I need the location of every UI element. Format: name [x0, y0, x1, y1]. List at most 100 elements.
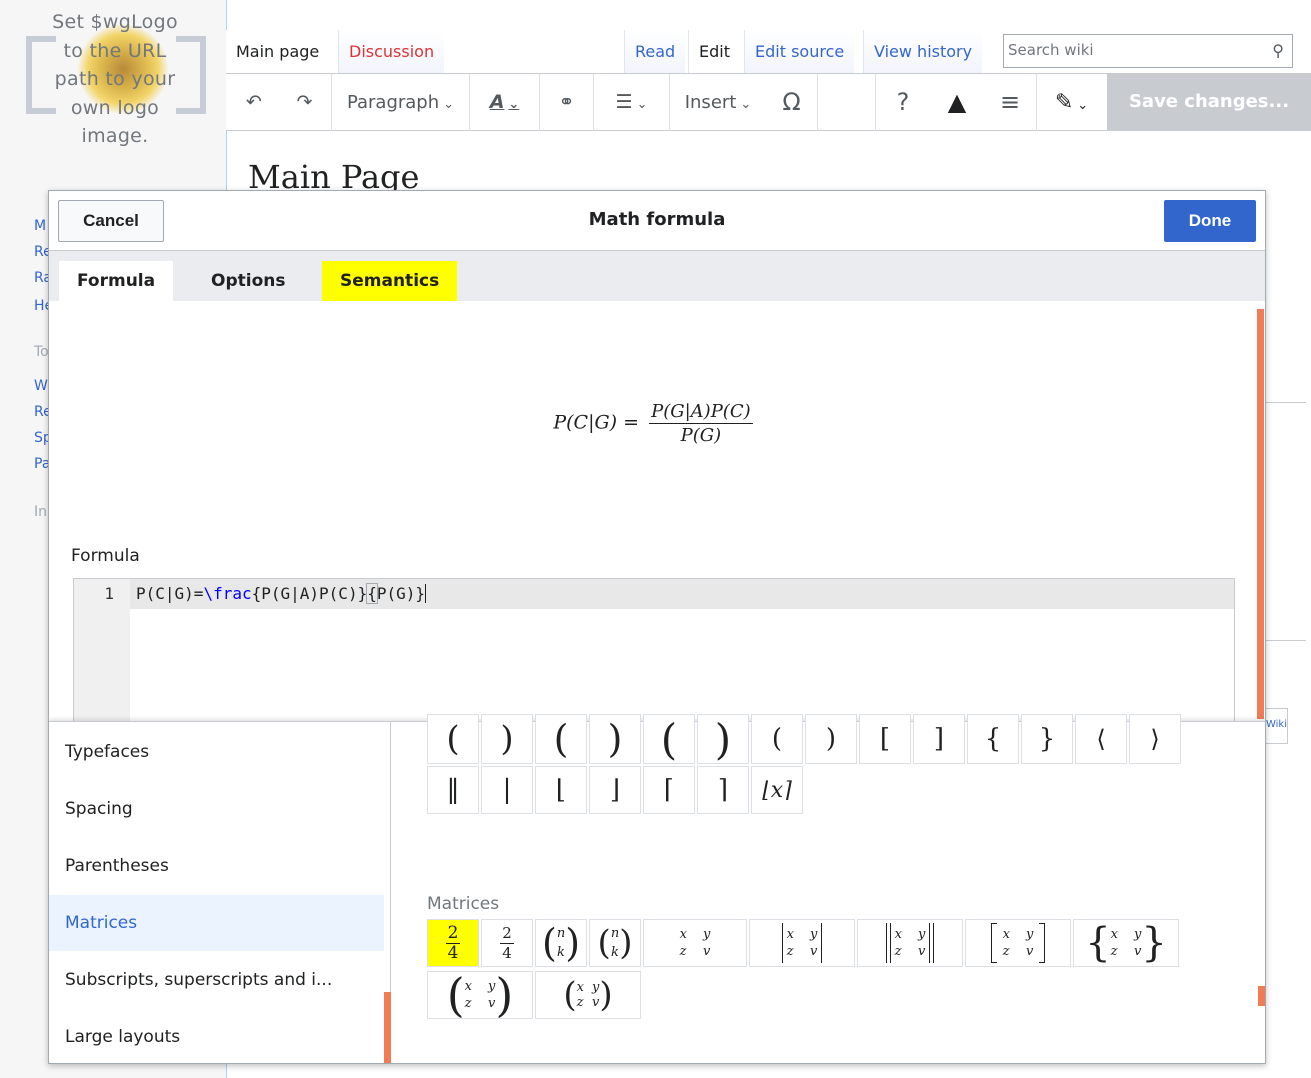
redo-icon[interactable]: ↷ [278, 74, 332, 131]
list-icon[interactable]: ☰ ⌄ [594, 74, 670, 131]
symbol-angle-open[interactable]: ⟨ [1075, 714, 1127, 764]
symbol-floor-ceil-x[interactable]: ⌊x⌉ [751, 766, 803, 814]
symbol-bigg-paren-close[interactable]: ) [697, 714, 749, 764]
tab-edit-source[interactable]: Edit source [744, 30, 855, 74]
palette-menu-large-layouts[interactable]: Large layouts [49, 1009, 384, 1063]
symbol-text-binomial[interactable]: (n k) [589, 919, 641, 967]
symbol-vmatrix[interactable]: xyzv [749, 919, 855, 967]
symbol-angle-close[interactable]: ⟩ [1129, 714, 1181, 764]
symbol-big-paren-open[interactable]: ( [535, 714, 587, 764]
tab-main-page[interactable]: Main page [226, 30, 330, 74]
dialog-title: Math formula [588, 209, 726, 230]
tab-view-history[interactable]: View history [863, 30, 983, 74]
insert-label: Insert [684, 92, 737, 113]
insert-dropdown[interactable]: Insert ⌄ [670, 74, 766, 131]
formula-code-editor[interactable]: 1 P(C|G)=\frac{P(G|A)P(C)}{P(G)} [73, 578, 1235, 723]
save-changes-button[interactable]: Save changes... [1107, 74, 1311, 130]
palette-menu-matrices[interactable]: Matrices [49, 895, 384, 951]
logo-placeholder-text: Set $wgLogo to the URL path to your own … [52, 11, 178, 147]
code-keyword: \frac [203, 584, 252, 603]
tab-edit[interactable]: Edit [688, 30, 740, 74]
formula-preview: P(C|G) = P(G|A)P(C) P(G) [49, 401, 1257, 446]
tab-semantics[interactable]: Semantics [322, 261, 458, 301]
symbol-binomial[interactable]: (n k) [535, 919, 587, 967]
symbol-brace-open[interactable]: { [967, 714, 1019, 764]
paragraph-dropdown[interactable]: Paragraph ⌄ [332, 74, 470, 131]
symbol-ceil-left[interactable]: ⌈ [643, 766, 695, 814]
dialog-header: Cancel Math formula Done [49, 191, 1265, 251]
symbol-bracket-matrix[interactable]: xyzv [965, 919, 1071, 967]
chevron-down-icon: ⌄ [740, 97, 752, 112]
sidebar-heading: To [34, 344, 49, 360]
palette-menu: Typefaces Spacing Parentheses Matrices S… [49, 722, 391, 1063]
warning-icon[interactable]: ▲ [930, 74, 984, 131]
formula-fraction: P(G|A)P(C) P(G) [649, 401, 753, 446]
symbol-paren-open[interactable]: ( [427, 714, 479, 764]
line-number: 1 [104, 584, 114, 603]
dialog-tabs: Formula Options Semantics [49, 251, 1265, 301]
text-style-icon[interactable]: A ⌄ [470, 74, 540, 131]
undo-icon[interactable]: ↶ [234, 74, 274, 131]
formula-denominator: P(G) [680, 425, 722, 446]
sidebar-link[interactable]: M [34, 218, 46, 234]
code-text[interactable]: P(C|G)=\frac{P(G|A)P(C)}{P(G)} [136, 583, 427, 604]
matrices-section-label: Matrices [427, 894, 500, 914]
symbol-paren-matrix[interactable]: (x y z v) [427, 971, 533, 1019]
divider [1262, 640, 1306, 641]
edit-mode-icon[interactable]: ✎ ⌄ [1036, 74, 1106, 131]
symbol-text-fraction[interactable]: 24 [481, 919, 533, 967]
chevron-down-icon: ⌄ [636, 97, 648, 112]
chevron-down-icon: ⌄ [443, 97, 455, 112]
symbol-small-paren-matrix[interactable]: (x y z v) [535, 971, 641, 1019]
palette-grid-scrollbar[interactable] [1258, 986, 1265, 1006]
symbol-floor-right[interactable]: ⌋ [589, 766, 641, 814]
dialog-scrollbar[interactable] [1257, 309, 1264, 719]
palette-menu-parentheses[interactable]: Parentheses [49, 838, 384, 894]
symbol-big-paren-close[interactable]: ) [589, 714, 641, 764]
symbol-fraction[interactable]: 24 [427, 919, 479, 967]
symbol-floor-left[interactable]: ⌊ [535, 766, 587, 814]
formula-field-label: Formula [71, 546, 140, 566]
symbol-paren-close-small[interactable]: ) [805, 714, 857, 764]
symbol-double-vmatrix[interactable]: xyzv [857, 919, 963, 967]
search-input[interactable]: Search wiki ⚲ [1003, 34, 1293, 68]
palette-menu-scrollbar[interactable] [384, 992, 391, 1063]
sidebar-link[interactable]: W [34, 378, 48, 394]
symbol-double-bar[interactable]: ‖ [427, 766, 479, 814]
tab-formula[interactable]: Formula [59, 261, 174, 301]
symbol-brace-close[interactable]: } [1021, 714, 1073, 764]
search-placeholder: Search wiki [1008, 41, 1094, 59]
link-icon[interactable]: ⚭ [540, 74, 594, 131]
symbol-palette: Typefaces Spacing Parentheses Matrices S… [49, 714, 1265, 1063]
wiki-logo[interactable]: Set $wgLogo to the URL path to your own … [20, 6, 210, 147]
tab-options[interactable]: Options [193, 261, 303, 301]
special-character-icon[interactable]: Ω [766, 74, 818, 131]
search-icon[interactable]: ⚲ [1272, 41, 1284, 60]
symbol-ceil-right[interactable]: ⌉ [697, 766, 749, 814]
palette-menu-spacing[interactable]: Spacing [49, 781, 384, 837]
symbol-bigg-paren-open[interactable]: ( [643, 714, 695, 764]
formula-numerator: P(G|A)P(C) [649, 401, 753, 424]
page-options-icon[interactable]: ≡ [984, 74, 1036, 131]
symbol-bar[interactable]: | [481, 766, 533, 814]
symbol-bracket-open[interactable]: [ [859, 714, 911, 764]
palette-menu-subscripts[interactable]: Subscripts, superscripts and i... [49, 952, 384, 1008]
sidebar-heading: In [34, 504, 48, 520]
symbol-paren-close[interactable]: ) [481, 714, 533, 764]
done-button[interactable]: Done [1164, 200, 1256, 242]
symbol-paren-open-small[interactable]: ( [751, 714, 803, 764]
text-cursor [425, 584, 427, 603]
symbol-brace-matrix[interactable]: {x y z v} [1073, 919, 1179, 967]
symbol-bracket-close[interactable]: ] [913, 714, 965, 764]
palette-menu-typefaces[interactable]: Typefaces [49, 724, 384, 780]
bracket-match: { [366, 583, 378, 604]
paragraph-label: Paragraph [346, 92, 440, 113]
chevron-down-icon: ⌄ [508, 97, 520, 112]
math-formula-dialog: Cancel Math formula Done Formula Options… [48, 190, 1266, 1064]
palette-symbol-grid: ( ) ( ) ( ) ( ) [ ] { } ⟨ ⟩ ‖ | ⌊ ⌋ ⌈ ⌉ … [427, 714, 1257, 1063]
tab-read[interactable]: Read [624, 30, 686, 74]
help-icon[interactable]: ? [876, 74, 930, 131]
line-number-gutter: 1 [74, 579, 130, 722]
tab-discussion[interactable]: Discussion [338, 30, 445, 74]
symbol-matrix[interactable]: xyzv [643, 919, 747, 967]
